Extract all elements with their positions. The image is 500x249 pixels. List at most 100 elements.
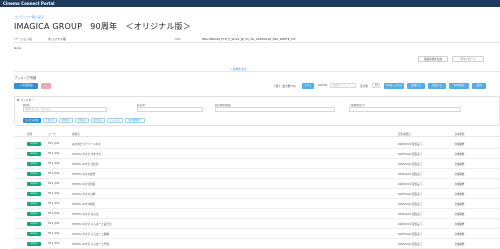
table-row[interactable]: 承認済み H11_001 TOHOシネマズ すすきの 2025/1/21 配信完了 上映… xyxy=(14,150,500,159)
table-row[interactable]: 承認済み H11_001 TOHOシネマズ ららぽーと門真 2025/1/21 配信完… xyxy=(14,240,500,249)
row-code: H11_001 xyxy=(48,242,60,245)
row-theater-name: 丸の内ピカデリーシネマ xyxy=(72,143,101,146)
row-screening-status: 上映開始 xyxy=(454,233,465,236)
row-screening-status: 上映開始 xyxy=(454,153,465,156)
row-theater-name: TOHOシネマズ新宿 xyxy=(72,183,96,186)
status-badge: 承認済み xyxy=(27,152,41,156)
row-theater-name: TOHOシネマズ 日比谷 xyxy=(72,163,99,166)
status-select[interactable]: 10 xyxy=(372,83,380,88)
table-row[interactable]: 承認済み H11_001 TOHOシネマズ ららぽーと富士見 2025/1/21 配信… xyxy=(14,220,500,229)
row-code: H11_001 xyxy=(48,172,60,175)
add-new-button[interactable]: + 新規追加 xyxy=(14,83,38,89)
row-screening-status: 上映開始 xyxy=(454,203,465,206)
row-screening-status: 上映開始 xyxy=(454,173,465,176)
column-header: 配信開始日 xyxy=(398,133,411,136)
row-theater-name: TOHOシネマズ ららぽーと船橋 xyxy=(72,233,109,236)
row-theater-name: TOHOシネマズ川崎 xyxy=(72,193,96,196)
row-screening-status: 上映開始 xyxy=(454,143,465,146)
row-delivery-date: 2025/1/21 配信完了 xyxy=(398,213,423,216)
row-screening-status: 上映開始 xyxy=(454,243,465,246)
theater-id-input[interactable] xyxy=(137,107,203,112)
filter-heading[interactable]: ▼ フィルター xyxy=(17,98,34,102)
action-register-button[interactable]: 登録する xyxy=(407,83,425,89)
status-label: 表示数 xyxy=(360,85,368,88)
row-theater-name: TOHOシネマズ ららぽーと門真 xyxy=(72,243,109,246)
screening-end-input[interactable] xyxy=(349,107,461,112)
delivery-start-input[interactable] xyxy=(215,107,335,112)
version-label: バージョン名 xyxy=(14,37,32,41)
period-label: 下書き (最大数:00) xyxy=(273,85,296,88)
filter-label: KAKUM xyxy=(318,84,328,87)
row-delivery-date: 2025/1/21 配信完了 xyxy=(398,243,423,246)
table-row[interactable]: 承認済み H11_002 TOHOシネマズ 日比谷 2025/1/21 配信完了 上映開… xyxy=(14,160,500,169)
cpl-value: IMG-ORIGIN_FTR_F_JA-XX_JP_51_2K_20250516… xyxy=(202,37,296,41)
search-input[interactable]: 検索キーワード xyxy=(330,83,356,88)
action-cancel-button[interactable]: 取消 xyxy=(472,83,486,89)
tab-all[interactable]: すべての状態 xyxy=(23,118,41,123)
column-header: コード xyxy=(48,133,56,136)
status-badge: 承認済み xyxy=(27,232,41,236)
table-row[interactable]: 承認済み H11_001 TOHOシネマズ新宿 2025/1/21 配信完了 上映開始 xyxy=(14,180,500,189)
row-screening-status: 上映開始 xyxy=(454,193,465,196)
column-header: 劇場名 xyxy=(72,133,80,136)
page-title: IMAGICA GROUP 90周年 ＜オリジナル版＞ xyxy=(14,22,192,31)
table-row[interactable]: 承認済み H11_001 丸の内ピカデリーシネマ 2025/1/21 配信完了 上映開始 xyxy=(14,140,500,149)
period-selected[interactable]: すべて xyxy=(302,83,314,89)
row-theater-name: TOHOシネマズ すすきの xyxy=(72,153,102,156)
row-code: H11_001 xyxy=(48,182,60,185)
table-row[interactable]: 承認済み H11_001 TOHOシネマズ なんば 2025/1/21 配信完了 上映開… xyxy=(14,210,500,219)
table-row[interactable]: 承認済み H11_001 TOHOシネマズ梅田 2025/1/21 配信完了 上映開始 xyxy=(14,200,500,209)
cpl-label: CPL xyxy=(175,37,181,41)
action-kdm-button[interactable]: KDM配信 xyxy=(449,83,469,89)
row-delivery-date: 2025/1/21 配信完了 xyxy=(398,163,423,166)
filter-panel: ▼ フィルター 劇場名 劇場名を入力して絞り込み 館名/ID 配信期間(開始) … xyxy=(14,96,500,126)
row-code: H11_001 xyxy=(48,192,60,195)
row-delivery-date: 2025/1/21 配信完了 xyxy=(398,183,423,186)
tab-pending[interactable]: 承認待ち xyxy=(59,118,73,123)
row-delivery-date: 2025/1/21 配信完了 xyxy=(398,193,423,196)
table-row[interactable]: 承認済み H11_001 TOHOシネマズ仙台 2025/1/21 配信完了 上映開始 xyxy=(14,170,500,179)
row-screening-status: 上映開始 xyxy=(454,183,465,186)
status-badge: 承認済み xyxy=(27,182,41,186)
section-divider xyxy=(14,71,500,72)
status-badge: 承認済み xyxy=(27,172,41,176)
row-code: H11_001 xyxy=(48,152,60,155)
table-row[interactable]: 承認済み H11_001 TOHOシネマズ川崎 2025/1/21 配信完了 上映開始 xyxy=(14,190,500,199)
breadcrumb[interactable]: コンテンツ一覧に戻る xyxy=(14,15,44,19)
row-code: H11_001 xyxy=(48,222,60,225)
app-header: Cinema Connect Portal xyxy=(0,0,500,7)
row-code: H11_001 xyxy=(48,212,60,215)
row-theater-name: TOHOシネマズ ららぽーと富士見 xyxy=(72,223,112,226)
row-code: H11_002 xyxy=(48,162,60,165)
grid-header: 状態 コード 劇場名 配信開始日 上映期間 xyxy=(14,131,500,137)
row-delivery-date: 2025/1/21 配信完了 xyxy=(398,203,423,206)
row-theater-name: TOHOシネマズ仙台 xyxy=(72,173,96,176)
theater-name-input[interactable]: 劇場名を入力して絞り込み xyxy=(23,107,107,112)
status-badge: 承認済み xyxy=(27,222,41,226)
row-screening-status: 上映開始 xyxy=(454,213,465,216)
status-badge: 承認済み xyxy=(27,212,41,216)
row-code: H11_001 xyxy=(48,202,60,205)
tab-cancelled[interactable]: キャンセル xyxy=(107,118,123,123)
row-code: H11_001 xyxy=(48,142,60,145)
tab-delivered[interactable]: 配信済み xyxy=(91,118,105,123)
tab-reserved[interactable]: 予約済み xyxy=(75,118,89,123)
action-reserve-button[interactable]: 予約を入力する xyxy=(384,83,404,89)
meta-divider xyxy=(14,42,500,43)
row-delivery-date: 2025/1/21 配信完了 xyxy=(398,173,423,176)
app-title: Cinema Connect Portal xyxy=(3,1,55,6)
tab-draft[interactable]: 下書き中 xyxy=(43,118,57,123)
action-approve-button[interactable]: 承認する xyxy=(428,83,446,89)
status-badge: 承認済み xyxy=(27,192,41,196)
status-badge: 承認済み xyxy=(27,162,41,166)
row-screening-status: 上映開始 xyxy=(454,163,465,166)
download-button[interactable]: ダウンロード xyxy=(452,56,484,62)
table-row[interactable]: 承認済み H11_001 TOHOシネマズ ららぽーと船橋 2025/1/21 配信完… xyxy=(14,230,500,239)
row-delivery-date: 2025/1/21 配信完了 xyxy=(398,223,423,226)
row-code: H11_001 xyxy=(48,232,60,235)
delete-button[interactable]: − xyxy=(41,83,51,89)
tab-expired[interactable]: 配信期間終了 xyxy=(125,118,145,123)
add-candidate-button[interactable]: 掲載候補を追加 xyxy=(418,56,448,62)
row-delivery-date: 2025/1/21 配信完了 xyxy=(398,233,423,236)
note-label: Note xyxy=(14,46,22,50)
